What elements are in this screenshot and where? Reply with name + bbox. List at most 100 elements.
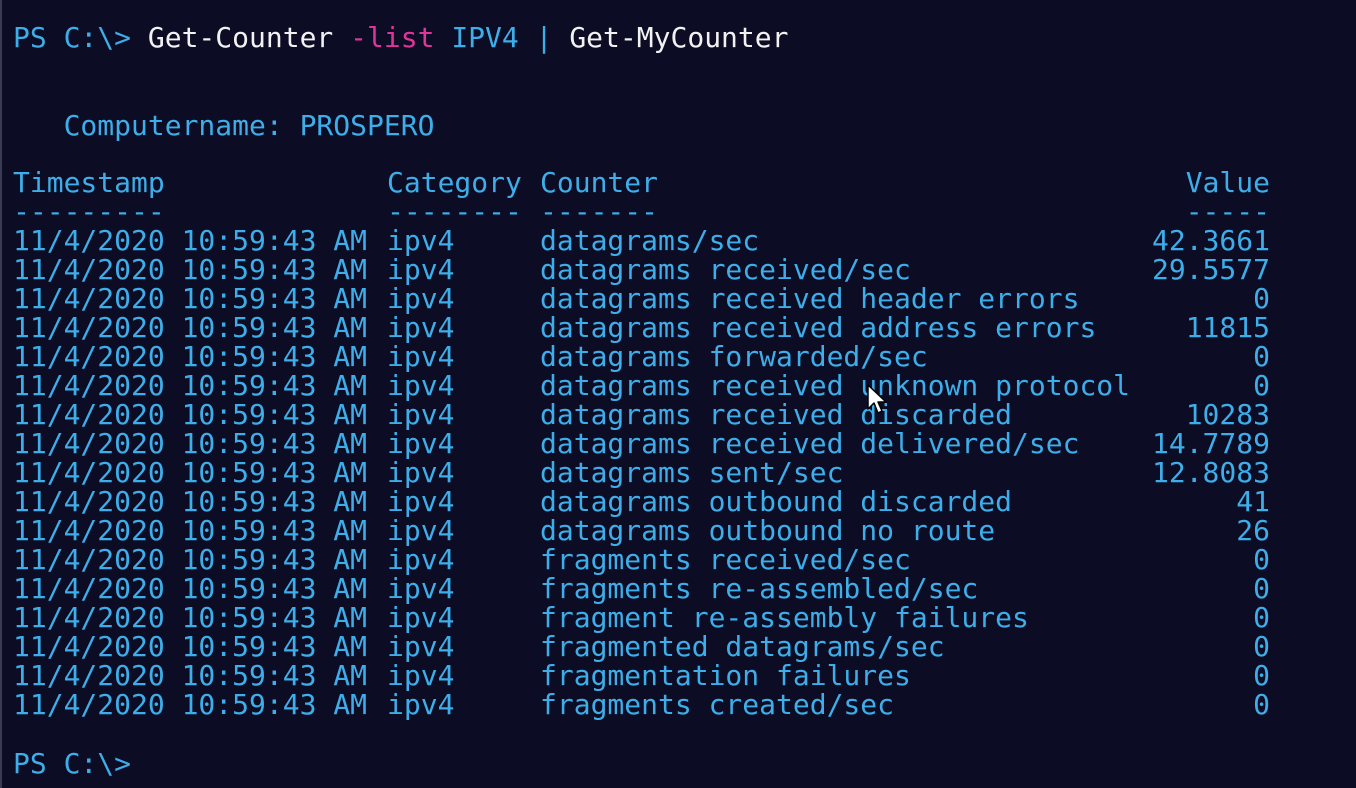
cell-category: ipv4: [387, 369, 455, 402]
cell-counter: datagrams received discarded: [540, 398, 1013, 431]
cell-category: ipv4: [387, 514, 455, 547]
cell-timestamp: 11/4/2020 10:59:43 AM: [13, 224, 368, 257]
cell-counter: fragmented datagrams/sec: [540, 630, 945, 663]
cell-timestamp: 11/4/2020 10:59:43 AM: [13, 659, 368, 692]
table-row: 11/4/2020 10:59:43 AM ipv4 datagrams/sec 42…: [2, 226, 1356, 255]
cell-value: 41: [1236, 485, 1270, 518]
cell-value: 42.3661: [1151, 224, 1270, 257]
cell-category: ipv4: [387, 224, 455, 257]
cell-category: ipv4: [387, 572, 455, 605]
cell-category: ipv4: [387, 601, 455, 634]
header-timestamp: Timestamp: [13, 166, 165, 199]
header-category: Category: [387, 166, 522, 199]
table-row: 11/4/2020 10:59:43 AM ipv4 fragmentation f…: [2, 661, 1356, 690]
cell-counter: datagrams received/sec: [540, 253, 911, 286]
final-prompt[interactable]: PS C:\>: [13, 749, 131, 778]
cell-timestamp: 11/4/2020 10:59:43 AM: [13, 630, 368, 663]
table-row: 11/4/2020 10:59:43 AM ipv4 fragments creat…: [2, 690, 1356, 719]
table-row: 11/4/2020 10:59:43 AM ipv4 datagrams sent/…: [2, 458, 1356, 487]
table-row: 11/4/2020 10:59:43 AM ipv4 datagrams outbo…: [2, 516, 1356, 545]
cell-counter: fragments received/sec: [540, 543, 911, 576]
cell-category: ipv4: [387, 253, 455, 286]
cell-value: 0: [1253, 630, 1270, 663]
cell-timestamp: 11/4/2020 10:59:43 AM: [13, 543, 368, 576]
table-row: 11/4/2020 10:59:43 AM ipv4 fragments re-as…: [2, 574, 1356, 603]
cell-timestamp: 11/4/2020 10:59:43 AM: [13, 514, 368, 547]
parameter: -list: [350, 21, 435, 54]
cmdlet: Get-Counter: [147, 21, 334, 54]
cell-counter: datagrams sent/sec: [540, 456, 844, 489]
cell-timestamp: 11/4/2020 10:59:43 AM: [13, 427, 368, 460]
cell-category: ipv4: [387, 427, 455, 460]
cell-counter: datagrams outbound no route: [540, 514, 996, 547]
cell-timestamp: 11/4/2020 10:59:43 AM: [13, 340, 368, 373]
cell-category: ipv4: [387, 340, 455, 373]
command-line: PS C:\> Get-Counter -list IPV4 | Get-MyC…: [13, 23, 788, 52]
cell-category: ipv4: [387, 398, 455, 431]
prompt: PS C:\>: [13, 21, 148, 54]
cell-counter: datagrams forwarded/sec: [540, 340, 928, 373]
terminal-window[interactable]: PS C:\> Get-Counter -list IPV4 | Get-MyC…: [0, 0, 1356, 788]
table-row: 11/4/2020 10:59:43 AM ipv4 fragment re-ass…: [2, 603, 1356, 632]
cell-category: ipv4: [387, 630, 455, 663]
table-row: 11/4/2020 10:59:43 AM ipv4 datagrams recei…: [2, 255, 1356, 284]
pipe-symbol: |: [535, 21, 553, 54]
header-counter-underline: -------: [540, 195, 659, 228]
header-value: Value: [1185, 166, 1270, 199]
mouse-pointer-icon: [867, 384, 887, 414]
cell-value: 14.7789: [1151, 427, 1270, 460]
header-counter: Counter: [540, 166, 659, 199]
cell-category: ipv4: [387, 688, 455, 721]
cell-timestamp: 11/4/2020 10:59:43 AM: [13, 311, 368, 344]
cell-counter: datagrams/sec: [540, 224, 760, 257]
table-row: 11/4/2020 10:59:43 AM ipv4 datagrams recei…: [2, 313, 1356, 342]
table-row: 11/4/2020 10:59:43 AM ipv4 datagrams recei…: [2, 429, 1356, 458]
cell-category: ipv4: [387, 282, 455, 315]
table-row: 11/4/2020 10:59:43 AM ipv4 fragmented data…: [2, 632, 1356, 661]
cell-timestamp: 11/4/2020 10:59:43 AM: [13, 688, 368, 721]
cell-value: 29.5577: [1151, 253, 1270, 286]
table-row: 11/4/2020 10:59:43 AM ipv4 datagrams recei…: [2, 284, 1356, 313]
cell-value: 0: [1253, 659, 1270, 692]
table-row: 11/4/2020 10:59:43 AM ipv4 datagrams recei…: [2, 400, 1356, 429]
cell-counter: datagrams outbound discarded: [540, 485, 1013, 518]
counter-table: 11/4/2020 10:59:43 AM ipv4 datagrams/sec 42…: [2, 226, 1356, 719]
cell-value: 11815: [1185, 311, 1270, 344]
cell-category: ipv4: [387, 659, 455, 692]
cell-category: ipv4: [387, 485, 455, 518]
table-row: 11/4/2020 10:59:43 AM ipv4 datagrams outbo…: [2, 487, 1356, 516]
cell-timestamp: 11/4/2020 10:59:43 AM: [13, 398, 368, 431]
cell-value: 12.8083: [1151, 456, 1270, 489]
argument: IPV4: [451, 21, 519, 54]
cell-counter: fragmentation failures: [540, 659, 911, 692]
cell-timestamp: 11/4/2020 10:59:43 AM: [13, 456, 368, 489]
cell-counter: datagrams received header errors: [540, 282, 1080, 315]
cell-value: 0: [1253, 282, 1270, 315]
cell-counter: fragments created/sec: [540, 688, 895, 721]
cell-timestamp: 11/4/2020 10:59:43 AM: [13, 572, 368, 605]
cell-category: ipv4: [387, 456, 455, 489]
cell-category: ipv4: [387, 311, 455, 344]
cell-timestamp: 11/4/2020 10:59:43 AM: [13, 601, 368, 634]
cell-value: 0: [1253, 688, 1270, 721]
header-value-underline: -----: [1185, 195, 1270, 228]
cell-value: 26: [1236, 514, 1270, 547]
cell-counter: fragments re-assembled/sec: [540, 572, 979, 605]
cell-timestamp: 11/4/2020 10:59:43 AM: [13, 485, 368, 518]
header-timestamp-underline: ---------: [13, 195, 165, 228]
cell-value: 0: [1253, 369, 1270, 402]
cell-timestamp: 11/4/2020 10:59:43 AM: [13, 369, 368, 402]
cell-value: 10283: [1185, 398, 1270, 431]
cell-timestamp: 11/4/2020 10:59:43 AM: [13, 282, 368, 315]
cell-value: 0: [1253, 572, 1270, 605]
cmdlet-2: Get-MyCounter: [569, 21, 789, 54]
cell-value: 0: [1253, 601, 1270, 634]
cell-counter: fragment re-assembly failures: [540, 601, 1029, 634]
cell-counter: datagrams received delivered/sec: [540, 427, 1080, 460]
header-category-underline: --------: [387, 195, 522, 228]
table-row: 11/4/2020 10:59:43 AM ipv4 datagrams forwa…: [2, 342, 1356, 371]
cell-value: 0: [1253, 340, 1270, 373]
cell-timestamp: 11/4/2020 10:59:43 AM: [13, 253, 368, 286]
cell-value: 0: [1253, 543, 1270, 576]
table-row: 11/4/2020 10:59:43 AM ipv4 fragments recei…: [2, 545, 1356, 574]
